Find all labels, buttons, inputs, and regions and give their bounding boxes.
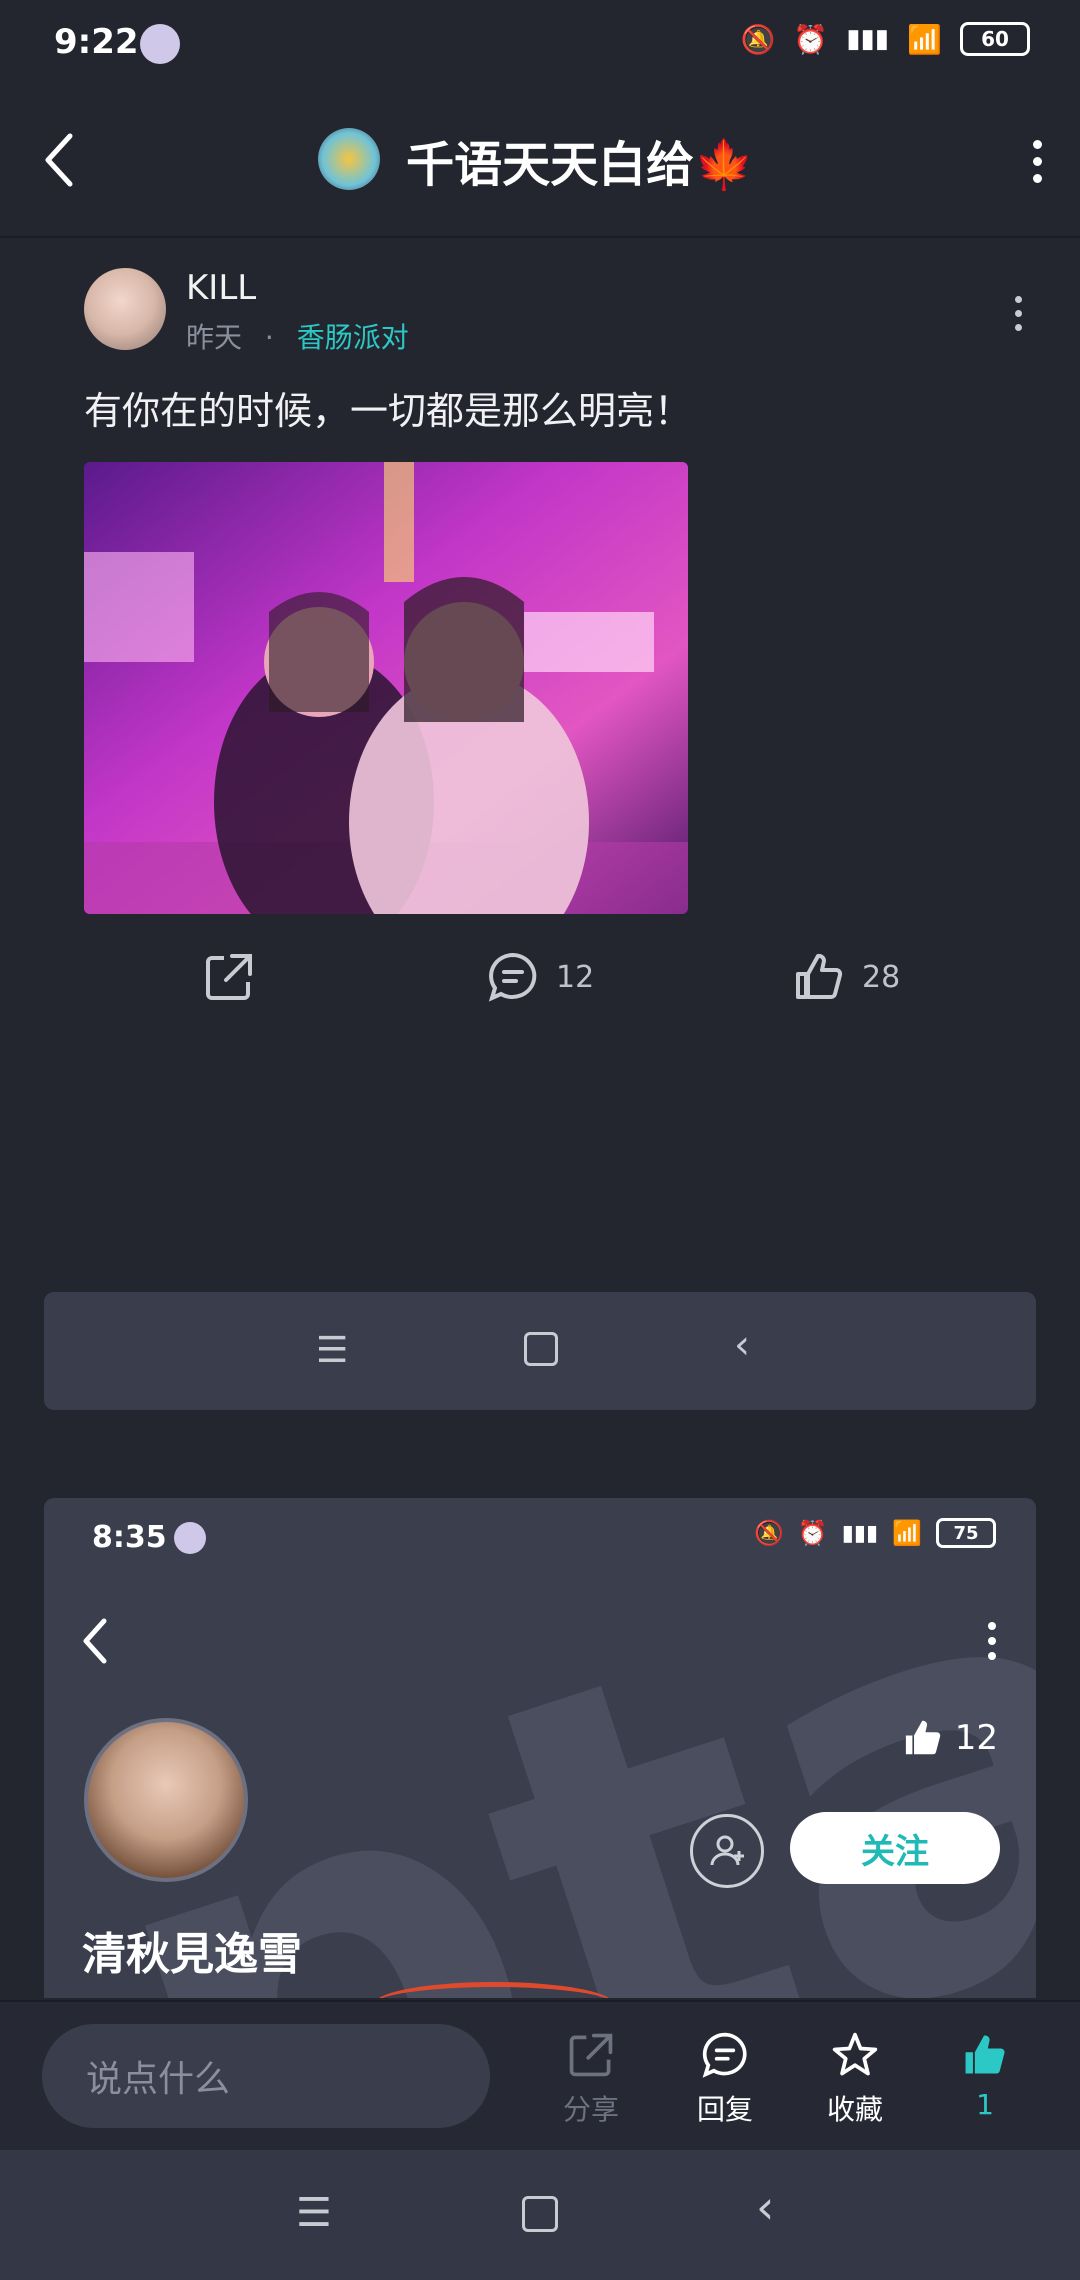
embedded-app-icon <box>174 1522 206 1554</box>
more-options-button[interactable] <box>1033 140 1042 183</box>
status-time: 9:22 <box>54 22 139 62</box>
post-meta: 昨天 · 香肠派对 <box>186 316 409 356</box>
battery-indicator: 60 <box>960 22 1030 56</box>
favorite-label: 收藏 <box>826 2093 883 2126</box>
comment-count: 12 <box>556 959 595 995</box>
alarm-icon: ⏰ <box>793 22 829 56</box>
screenshot-nav-bar: ☰ ‹ <box>44 1292 1036 1410</box>
embedded-like-count: 12 <box>954 1718 998 1758</box>
embedded-status-time: 8:35 <box>92 1520 167 1555</box>
mute-bell-icon: 🔕 <box>740 22 776 56</box>
favorite-button[interactable]: 收藏 <box>800 2030 910 2128</box>
share-label: 分享 <box>562 2093 619 2126</box>
wifi-icon: 📶 <box>907 22 942 56</box>
add-friend-icon <box>690 1814 764 1888</box>
like-button-count: 1 <box>976 2088 994 2121</box>
thumbs-up-icon <box>796 953 843 999</box>
like-count: 28 <box>862 959 901 995</box>
comment-action[interactable]: 12 <box>486 950 594 1004</box>
share-action[interactable] <box>202 950 256 1004</box>
post-topic-link[interactable]: 香肠派对 <box>297 321 409 354</box>
app-notification-icon <box>140 24 180 64</box>
wifi-icon: 📶 <box>892 1519 922 1547</box>
embedded-battery: 75 <box>936 1518 996 1548</box>
post-photo[interactable] <box>84 462 688 914</box>
home-icon <box>524 1332 558 1366</box>
like-button[interactable]: 1 <box>930 2030 1040 2121</box>
system-nav-bar: ☰ ‹ <box>0 2150 1080 2280</box>
share-icon <box>206 954 252 1000</box>
status-icons: 🔕 ⏰ ▮▮▮ 📶 60 <box>740 22 1030 56</box>
share-button[interactable]: 分享 <box>536 2030 646 2128</box>
comment-icon <box>702 2032 747 2078</box>
alarm-icon: ⏰ <box>797 1519 828 1547</box>
share-icon <box>569 2033 613 2077</box>
embedded-kebab-icon <box>988 1622 996 1660</box>
page-title-text: 千语天天白给🍁 <box>406 137 754 193</box>
comment-icon <box>488 952 537 1002</box>
post-text: 有你在的时候，一切都是那么明亮！ <box>84 389 693 433</box>
embedded-screenshot: ptav 8:35 🔕 ⏰ ▮▮▮ 📶 75 12 关注 清秋見逸雪 <box>44 1498 1036 1998</box>
comment-input[interactable]: 说点什么 <box>42 2024 490 2128</box>
system-back-button[interactable]: ‹ <box>756 2180 774 2234</box>
thumbs-up-icon <box>965 2035 1005 2074</box>
mute-bell-icon: 🔕 <box>754 1519 784 1547</box>
reply-button[interactable]: 回复 <box>670 2030 780 2128</box>
page-title: 千语天天白给🍁 <box>0 125 1080 195</box>
embedded-status-icons: 🔕 ⏰ ▮▮▮ 📶 75 <box>754 1518 996 1548</box>
post-username[interactable]: KILL <box>186 268 256 308</box>
post-actions: 12 28 <box>0 950 1080 1010</box>
meta-separator: · <box>264 321 274 354</box>
user-avatar[interactable] <box>84 268 166 350</box>
reply-label: 回复 <box>696 2093 753 2126</box>
back-icon: ‹ <box>734 1322 750 1368</box>
signal-icon: ▮▮▮ <box>846 24 890 54</box>
thumbs-up-icon <box>905 1720 940 1755</box>
header-divider <box>0 236 1080 238</box>
post-time: 昨天 <box>186 321 243 354</box>
embedded-profile-name: 清秋見逸雪 <box>82 1929 302 1980</box>
star-icon <box>832 2032 878 2076</box>
embedded-like: 12 <box>901 1716 998 1760</box>
embedded-profile-avatar <box>84 1718 248 1882</box>
signal-icon: ▮▮▮ <box>841 1520 879 1546</box>
menu-icon: ☰ <box>316 1330 349 1371</box>
embedded-follow-button: 关注 <box>790 1812 1000 1884</box>
embedded-back-icon <box>80 1616 110 1670</box>
post-more-button[interactable] <box>1015 296 1022 331</box>
home-button[interactable] <box>522 2196 558 2232</box>
like-action[interactable]: 28 <box>792 950 900 1004</box>
menu-button[interactable]: ☰ <box>296 2190 332 2236</box>
